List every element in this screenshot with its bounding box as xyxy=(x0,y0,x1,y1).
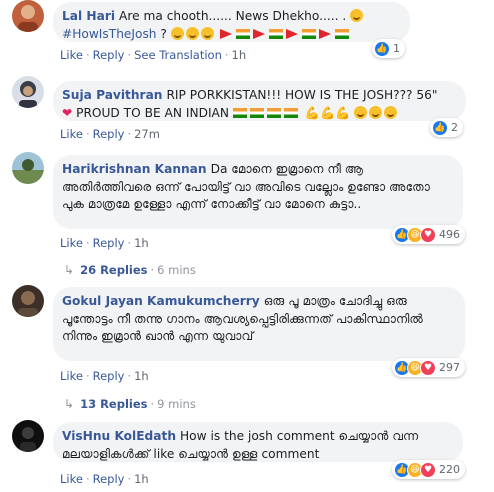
reaction-count: 496 xyxy=(439,228,460,241)
see-translation-link[interactable]: See Translation xyxy=(134,48,222,62)
view-replies-link[interactable]: ↳ 26 Replies · 6 mins xyxy=(64,263,196,277)
reaction-count: 297 xyxy=(439,361,460,374)
avatar[interactable] xyxy=(12,285,44,317)
heart-eyes-icon xyxy=(384,105,398,119)
heart-icon: ❤ xyxy=(62,105,73,120)
comment-text: Are ma chooth...... News Dhekho..... . xyxy=(119,9,351,23)
reaction-count: 2 xyxy=(451,121,458,134)
like-reaction-icon: 👍 xyxy=(432,119,448,136)
india-flag-icon xyxy=(301,28,316,39)
comment-actions: Like · Reply · 27m xyxy=(60,127,160,141)
smiley-icon xyxy=(170,26,184,40)
timestamp[interactable]: 1h xyxy=(134,236,149,250)
comment-actions: Like · Reply · 1h xyxy=(60,472,149,486)
replies-time: 6 mins xyxy=(157,263,196,277)
red-flag-icon xyxy=(318,28,331,39)
timestamp[interactable]: 1h xyxy=(134,472,149,486)
comment-bubble: Suja Pavithran RIP PORKKISTAN!!! HOW IS T… xyxy=(53,81,466,121)
like-button[interactable]: Like xyxy=(60,369,83,383)
replies-count[interactable]: 26 Replies xyxy=(80,263,147,277)
like-button[interactable]: Like xyxy=(60,472,83,486)
avatar[interactable] xyxy=(12,0,44,32)
reaction-summary[interactable]: 👍 1 xyxy=(372,39,405,58)
comment-author[interactable]: Suja Pavithran xyxy=(62,88,162,102)
india-flag-icon xyxy=(266,107,281,118)
replies-count[interactable]: 13 Replies xyxy=(80,397,147,411)
love-reaction-icon: ♥ xyxy=(420,226,436,243)
red-flag-icon xyxy=(252,28,265,39)
hashtag-link[interactable]: #HowIsTheJosh xyxy=(62,27,157,41)
avatar[interactable] xyxy=(12,152,44,184)
reply-button[interactable]: Reply xyxy=(93,48,125,62)
avatar[interactable] xyxy=(12,76,44,108)
comment-author[interactable]: Lal Hari xyxy=(62,9,115,23)
timestamp[interactable]: 27m xyxy=(134,127,160,141)
smiley-icon xyxy=(350,9,364,22)
india-flag-icon xyxy=(249,107,264,118)
smiley-icon xyxy=(200,26,214,40)
comment-bubble: VisHnu KolEdath How is the josh comment ച… xyxy=(53,422,463,462)
india-flag-icon xyxy=(232,107,247,118)
reply-button[interactable]: Reply xyxy=(93,127,125,141)
reply-arrow-icon: ↳ xyxy=(64,263,75,277)
emoji-row xyxy=(170,26,352,41)
reply-button[interactable]: Reply xyxy=(93,236,125,250)
comment-actions: Like · Reply · 1h xyxy=(60,236,149,250)
emoji-row: 💪💪💪 xyxy=(232,105,399,120)
heart-eyes-icon xyxy=(354,105,368,119)
like-button[interactable]: Like xyxy=(60,127,83,141)
comment-text-2: PROUD TO BE AN INDIAN xyxy=(76,105,230,120)
reaction-count: 220 xyxy=(439,463,460,476)
smiley-icon xyxy=(185,26,199,40)
view-replies-link[interactable]: ↳ 13 Replies · 9 mins xyxy=(64,397,196,411)
comment-author[interactable]: VisHnu KolEdath xyxy=(62,429,176,443)
comment-author[interactable]: Gokul Jayan Kamukumcherry xyxy=(62,294,260,308)
india-flag-icon xyxy=(235,28,250,39)
like-reaction-icon: 👍 xyxy=(374,40,390,57)
reaction-summary[interactable]: 👍 😆 ♥ 297 xyxy=(392,358,465,377)
flexed-biceps-icon: 💪💪💪 xyxy=(304,105,351,120)
timestamp[interactable]: 1h xyxy=(232,48,247,62)
red-flag-icon xyxy=(285,28,298,39)
avatar[interactable] xyxy=(12,420,44,452)
heart-eyes-icon xyxy=(369,105,383,119)
india-flag-icon xyxy=(334,28,349,39)
love-reaction-icon: ♥ xyxy=(420,461,436,478)
like-button[interactable]: Like xyxy=(60,236,83,250)
reaction-summary[interactable]: 👍 😆 ♥ 220 xyxy=(392,460,465,479)
love-reaction-icon: ♥ xyxy=(420,359,436,376)
india-flag-icon xyxy=(268,28,283,39)
india-flag-icon xyxy=(283,107,298,118)
replies-time: 9 mins xyxy=(157,397,196,411)
comment-actions: Like · Reply · See Translation · 1h xyxy=(60,48,247,62)
comment-bubble: Gokul Jayan Kamukumcherry ഒരു പൂ മാത്രം ച… xyxy=(53,287,465,361)
comment-bubble: Lal Hari Are ma chooth...... News Dhekho.… xyxy=(53,2,410,42)
red-flag-icon xyxy=(219,28,232,39)
timestamp[interactable]: 1h xyxy=(134,369,149,383)
reaction-summary[interactable]: 👍 2 xyxy=(430,118,463,137)
reply-button[interactable]: Reply xyxy=(93,369,125,383)
comment-text-tail: ? xyxy=(156,26,167,41)
comment-bubble: Harikrishnan Kannan Da മോനെ ഇമ്രാനെ നീ ആ … xyxy=(53,155,463,229)
reaction-count: 1 xyxy=(393,42,400,55)
comment-author[interactable]: Harikrishnan Kannan xyxy=(62,162,207,176)
reaction-summary[interactable]: 👍 😆 ♥ 496 xyxy=(392,225,465,244)
comment-actions: Like · Reply · 1h xyxy=(60,369,149,383)
reply-arrow-icon: ↳ xyxy=(64,397,75,411)
like-button[interactable]: Like xyxy=(60,48,83,62)
comment-text: RIP PORKKISTAN!!! HOW IS THE JOSH??? 56" xyxy=(166,88,438,102)
reply-button[interactable]: Reply xyxy=(93,472,125,486)
